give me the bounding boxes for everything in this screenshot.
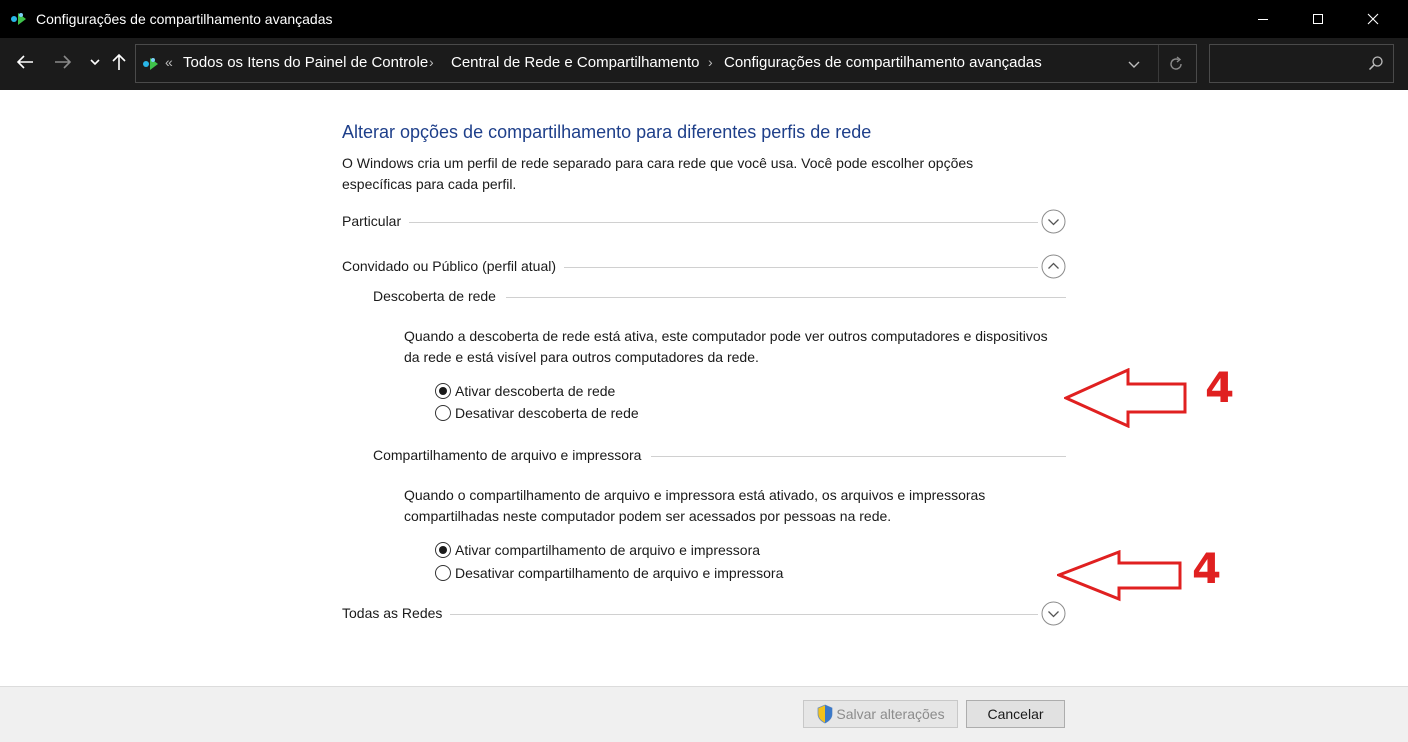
address-bar[interactable]: « Todos os Itens do Painel de Controle ›… — [135, 44, 1197, 83]
file-sharing-description: Quando o compartilhamento de arquivo e i… — [404, 487, 986, 524]
section-title: Compartilhamento de arquivo e impressora — [373, 447, 652, 463]
profile-label: Convidado ou Público (perfil atual) — [342, 258, 565, 274]
breadcrumb-advanced-sharing[interactable]: Configurações de compartilhamento avança… — [724, 54, 1042, 71]
radio-selected-icon[interactable] — [435, 542, 451, 558]
profile-public-header[interactable]: Convidado ou Público (perfil atual) — [342, 254, 1066, 280]
breadcrumb-separator[interactable]: › — [429, 54, 434, 70]
refresh-button[interactable] — [1166, 54, 1186, 74]
profile-label: Particular — [342, 213, 410, 229]
chevron-down-icon — [90, 59, 100, 66]
annotation-number: 4 — [1205, 363, 1235, 412]
close-button[interactable] — [1350, 0, 1396, 38]
expand-chevron-icon[interactable] — [1041, 601, 1066, 626]
section-title: Descoberta de rede — [373, 288, 506, 304]
network-discovery-header: Descoberta de rede — [373, 288, 1066, 308]
radio-label[interactable]: Desativar descoberta de rede — [455, 405, 639, 421]
forward-button[interactable] — [51, 50, 75, 74]
chevron-down-icon — [1128, 61, 1140, 68]
radio-enable-file-sharing[interactable]: Ativar compartilhamento de arquivo e imp… — [435, 540, 760, 560]
back-button[interactable] — [13, 50, 37, 74]
recent-locations-button[interactable] — [83, 50, 107, 74]
radio-disable-file-sharing[interactable]: Desativar compartilhamento de arquivo e … — [435, 563, 783, 583]
radio-disable-discovery[interactable]: Desativar descoberta de rede — [435, 403, 639, 423]
file-sharing-header: Compartilhamento de arquivo e impressora — [373, 447, 1066, 467]
radio-label[interactable]: Ativar compartilhamento de arquivo e imp… — [455, 542, 760, 558]
radio-unselected-icon[interactable] — [435, 565, 451, 581]
radio-label[interactable]: Desativar compartilhamento de arquivo e … — [455, 565, 783, 581]
settings-content: Alterar opções de compartilhamento para … — [0, 90, 1408, 686]
arrow-up-icon — [112, 53, 126, 70]
annotation-arrow-icon — [1064, 368, 1187, 428]
page-description: O Windows cria um perfil de rede separad… — [342, 155, 974, 192]
arrow-left-icon — [16, 55, 33, 69]
radio-unselected-icon[interactable] — [435, 405, 451, 421]
refresh-icon — [1170, 56, 1182, 70]
address-divider — [1158, 45, 1159, 82]
annotation-arrow-icon — [1057, 550, 1182, 602]
shield-icon — [818, 704, 833, 724]
cancel-label: Cancelar — [987, 706, 1044, 722]
search-input[interactable] — [1209, 44, 1394, 83]
navigation-bar: « Todos os Itens do Painel de Controle ›… — [0, 38, 1408, 90]
profile-label: Todas as Redes — [342, 605, 451, 621]
cancel-button[interactable]: Cancelar — [966, 700, 1065, 728]
minimize-icon — [1258, 19, 1268, 20]
radio-label[interactable]: Ativar descoberta de rede — [455, 383, 615, 399]
profile-private-header[interactable]: Particular — [342, 209, 1066, 235]
address-history-button[interactable] — [1124, 54, 1144, 74]
maximize-button[interactable] — [1295, 0, 1341, 38]
search-icon — [1368, 56, 1383, 71]
radio-enable-discovery[interactable]: Ativar descoberta de rede — [435, 381, 615, 401]
save-button[interactable]: Salvar alterações — [803, 700, 958, 728]
arrow-right-icon — [55, 55, 72, 69]
up-button[interactable] — [107, 50, 131, 74]
breadcrumb-overflow[interactable]: « — [165, 54, 173, 70]
breadcrumb-control-panel[interactable]: Todos os Itens do Painel de Controle — [183, 54, 428, 71]
section-divider — [342, 222, 1038, 223]
page-title: Alterar opções de compartilhamento para … — [342, 122, 872, 142]
window-title: Configurações de compartilhamento avança… — [36, 11, 333, 27]
minimize-button[interactable] — [1240, 0, 1286, 38]
save-label: Salvar alterações — [836, 706, 945, 722]
expand-chevron-icon[interactable] — [1041, 209, 1066, 234]
annotation-number: 4 — [1192, 544, 1222, 593]
collapse-chevron-icon[interactable] — [1041, 254, 1066, 279]
breadcrumb-separator[interactable]: › — [708, 54, 713, 70]
close-icon — [1367, 13, 1379, 25]
network-center-icon — [143, 58, 158, 70]
title-bar: Configurações de compartilhamento avança… — [0, 0, 1408, 38]
network-discovery-description: Quando a descoberta de rede está ativa, … — [404, 328, 1048, 365]
network-center-icon — [11, 13, 26, 25]
radio-selected-icon[interactable] — [435, 383, 451, 399]
footer-bar: Salvar alterações Cancelar — [0, 686, 1408, 742]
breadcrumb-network-center[interactable]: Central de Rede e Compartilhamento — [451, 54, 699, 71]
maximize-icon — [1313, 14, 1323, 24]
profile-all-networks-header[interactable]: Todas as Redes — [342, 601, 1066, 627]
